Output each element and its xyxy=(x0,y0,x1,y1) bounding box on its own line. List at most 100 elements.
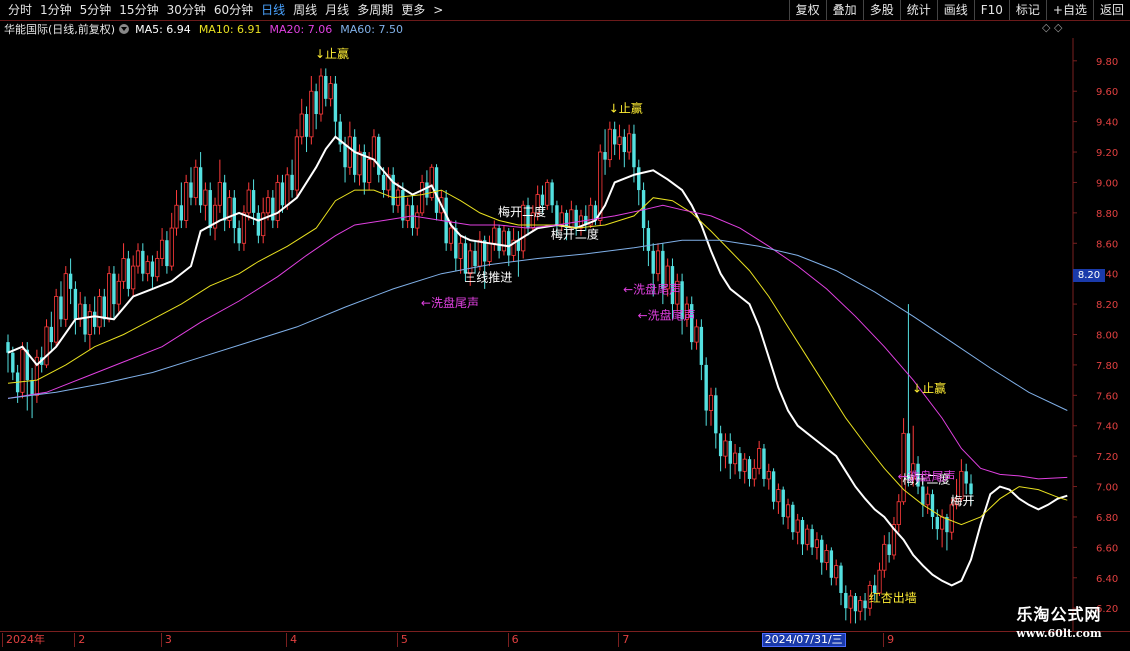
candle-body xyxy=(757,448,762,469)
date-cursor-label: 2024/07/31/三 xyxy=(761,633,846,647)
signal-annotation: ↓止赢 xyxy=(609,101,643,116)
candle-body xyxy=(78,303,83,320)
candle-body xyxy=(135,250,141,267)
price-tick-label: 6.40 xyxy=(1096,574,1118,585)
signal-annotation: ←洗盘尾声 xyxy=(638,307,696,322)
candle-body xyxy=(11,352,15,373)
candle-body xyxy=(781,489,785,517)
candle-body xyxy=(795,519,800,533)
candle-body xyxy=(887,544,891,555)
candle-body xyxy=(116,280,121,305)
candle-body xyxy=(352,136,357,175)
candle-body xyxy=(145,261,150,275)
candle-body xyxy=(150,261,155,277)
candle-body xyxy=(949,504,954,533)
candle-body xyxy=(921,486,925,505)
candle-body xyxy=(83,304,87,335)
signal-annotation: ←洗盘尾声 xyxy=(421,295,479,310)
candle-body xyxy=(237,228,241,244)
candle-body xyxy=(357,151,362,176)
candle-body xyxy=(179,205,184,221)
candle-body xyxy=(458,242,463,259)
candle-body xyxy=(708,394,714,411)
candle-body xyxy=(829,550,834,578)
candle-body xyxy=(208,190,212,229)
candle-body xyxy=(217,182,222,206)
candle-body xyxy=(637,167,641,191)
candle-body xyxy=(343,144,347,168)
candle-body xyxy=(714,395,718,434)
candle-body xyxy=(651,250,655,274)
candle-body xyxy=(63,273,68,320)
candle-body xyxy=(723,440,728,457)
candle-body xyxy=(261,212,266,237)
candle-body xyxy=(275,182,280,221)
candle-body xyxy=(222,182,227,221)
candle-body xyxy=(925,493,930,506)
candle-body xyxy=(814,539,820,548)
candle-body xyxy=(791,504,795,533)
watermark-url: www.60lt.com xyxy=(1016,627,1102,640)
candle-body xyxy=(169,227,174,267)
candle-body xyxy=(59,296,63,320)
date-tick-label: 3 xyxy=(160,633,172,647)
candle-body xyxy=(844,592,848,609)
signal-annotation: 梅开二度 xyxy=(551,227,599,242)
candle-body xyxy=(68,273,73,289)
candle-body xyxy=(612,129,617,145)
candle-body xyxy=(728,440,732,464)
candle-body xyxy=(434,167,439,213)
candle-body xyxy=(607,128,612,161)
candlestick-chart[interactable]: ↓止赢↓止赢↓止赢梅开二度梅开二度三线推进红杏出墙←洗盘尾声←洗盘尾声←洗盘尾声… xyxy=(0,0,1130,650)
candle-body xyxy=(290,174,294,191)
price-tick-label: 6.80 xyxy=(1096,513,1118,524)
candle-body xyxy=(574,209,578,229)
candle-body xyxy=(314,91,318,115)
candle-body xyxy=(877,569,882,594)
candle-body xyxy=(655,250,661,275)
candle-body xyxy=(507,231,511,256)
watermark: 乐淘公式网 www.60lt.com xyxy=(988,604,1130,648)
annotations-layer: ↓止赢↓止赢↓止赢梅开二度梅开二度三线推进红杏出墙←洗盘尾声←洗盘尾声←洗盘尾声… xyxy=(315,46,975,605)
candle-body xyxy=(448,227,454,244)
candle-body xyxy=(174,204,179,229)
candle-body xyxy=(896,501,901,525)
candle-body xyxy=(834,565,839,579)
candle-body xyxy=(559,212,564,226)
watermark-title: 乐淘公式网 xyxy=(1016,605,1102,624)
candle-body xyxy=(824,550,829,563)
candle-body xyxy=(545,182,550,206)
candle-body xyxy=(742,458,747,472)
candle-body xyxy=(935,516,939,530)
candle-body xyxy=(121,258,126,282)
candle-body xyxy=(800,520,805,545)
price-tick-label: 9.20 xyxy=(1096,148,1118,159)
signal-annotation: ←洗盘尾声 xyxy=(623,281,681,296)
candle-body xyxy=(839,565,843,593)
candle-body xyxy=(155,258,160,278)
candle-body xyxy=(487,242,492,262)
candle-body xyxy=(141,250,145,274)
price-tick-label: 7.00 xyxy=(1096,483,1118,494)
price-tick-label: 8.60 xyxy=(1096,239,1118,250)
candle-body xyxy=(940,516,945,530)
candle-body xyxy=(752,467,757,480)
candle-body xyxy=(241,212,247,244)
price-tick-label: 9.60 xyxy=(1096,87,1118,98)
candle-body xyxy=(632,133,636,168)
candles-layer xyxy=(6,68,973,624)
candle-body xyxy=(92,311,97,327)
price-axis: 9.809.609.409.209.008.808.608.408.208.00… xyxy=(1073,57,1118,615)
candle-body xyxy=(501,230,507,252)
candle-body xyxy=(377,136,381,175)
candle-body xyxy=(112,273,116,305)
candle-body xyxy=(603,152,607,160)
candle-body xyxy=(699,326,704,365)
candle-body xyxy=(251,190,256,213)
date-tick-label: 9 xyxy=(883,633,894,647)
signal-annotation: 三线推进 xyxy=(464,270,512,284)
candle-body xyxy=(444,197,448,244)
candle-body xyxy=(304,114,309,137)
candle-body xyxy=(367,159,372,183)
candle-body xyxy=(415,212,420,229)
